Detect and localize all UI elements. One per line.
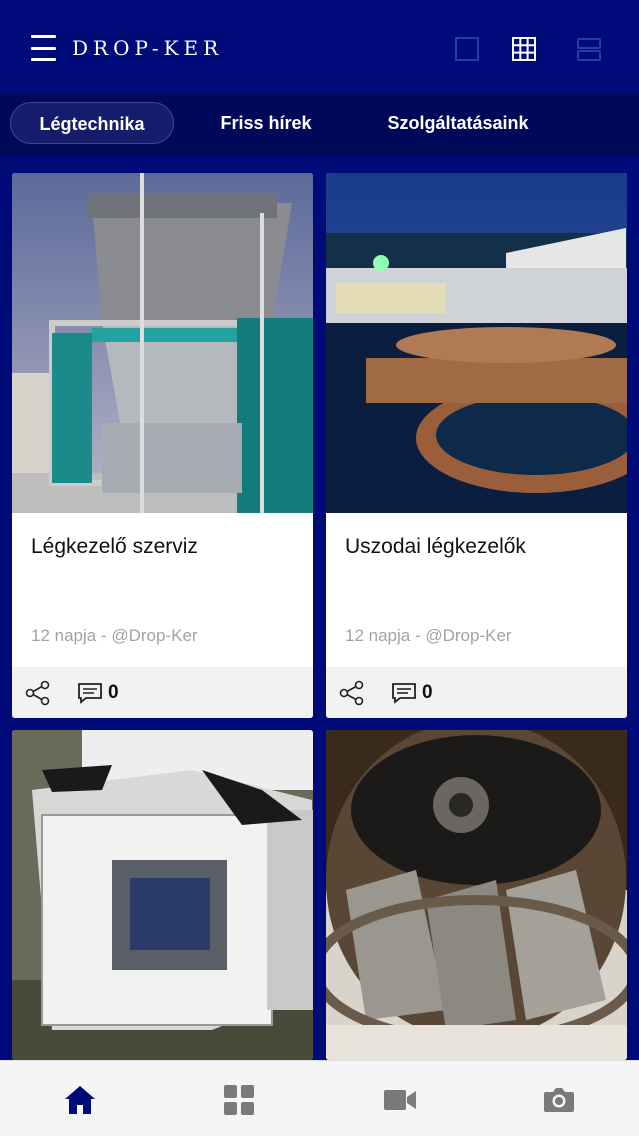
article-card[interactable]: Uszodai légkezelők 12 napja - @Drop-Ker … <box>326 173 627 718</box>
card-title[interactable]: Légkezelő szerviz <box>31 535 198 559</box>
top-app-bar: DROP-KER <box>0 0 639 93</box>
camera-icon <box>544 1088 574 1112</box>
grid-view-icon <box>512 37 536 61</box>
outdoor-pool-image[interactable] <box>326 173 627 513</box>
home-icon <box>65 1086 95 1114</box>
card-meta: 12 napja - @Drop-Ker <box>345 626 512 645</box>
grid-view-button[interactable] <box>511 36 537 62</box>
share-icon <box>25 680 50 706</box>
article-card[interactable]: Légkezelő szerviz 12 napja - @Drop-Ker 0 <box>12 173 313 718</box>
white-hvac-units-image[interactable] <box>12 730 313 1060</box>
card-actions: 0 <box>326 667 627 718</box>
fan-impeller-image[interactable] <box>326 730 627 1060</box>
nav-categories[interactable] <box>222 1083 256 1117</box>
single-view-icon <box>455 37 479 61</box>
card-title[interactable]: Uszodai légkezelők <box>345 535 526 559</box>
tab-friss-hirek[interactable]: Friss hírek <box>196 102 336 144</box>
comment-count: 0 <box>422 682 433 703</box>
card-meta: 12 napja - @Drop-Ker <box>31 626 198 645</box>
article-card[interactable] <box>326 730 627 1060</box>
list-view-icon <box>577 38 601 61</box>
comments-button[interactable]: 0 <box>391 681 433 705</box>
tab-legtechnika[interactable]: Légtechnika <box>10 102 174 144</box>
share-icon <box>339 680 364 706</box>
share-button[interactable] <box>25 680 51 706</box>
nav-home[interactable] <box>63 1083 97 1117</box>
tab-szolgaltatasaink[interactable]: Szolgáltatásaink <box>364 102 552 144</box>
comment-icon <box>78 683 102 704</box>
app-logo: DROP-KER <box>72 36 224 60</box>
card-actions: 0 <box>12 667 313 718</box>
comment-icon <box>392 683 416 704</box>
category-tabs: Légtechnika Friss hírek Szolgáltatásaink <box>0 93 639 156</box>
article-card[interactable] <box>12 730 313 1060</box>
air-handling-unit-image[interactable] <box>12 173 313 513</box>
bottom-navigation <box>0 1060 639 1136</box>
menu-icon[interactable] <box>31 35 56 61</box>
list-view-button[interactable] <box>576 36 602 62</box>
comments-button[interactable]: 0 <box>77 681 119 705</box>
nav-photos[interactable] <box>542 1083 576 1117</box>
categories-grid-icon <box>224 1085 254 1115</box>
single-view-button[interactable] <box>454 36 480 62</box>
video-camera-icon <box>384 1090 416 1110</box>
share-button[interactable] <box>339 680 365 706</box>
comment-count: 0 <box>108 682 119 703</box>
nav-videos[interactable] <box>383 1083 417 1117</box>
